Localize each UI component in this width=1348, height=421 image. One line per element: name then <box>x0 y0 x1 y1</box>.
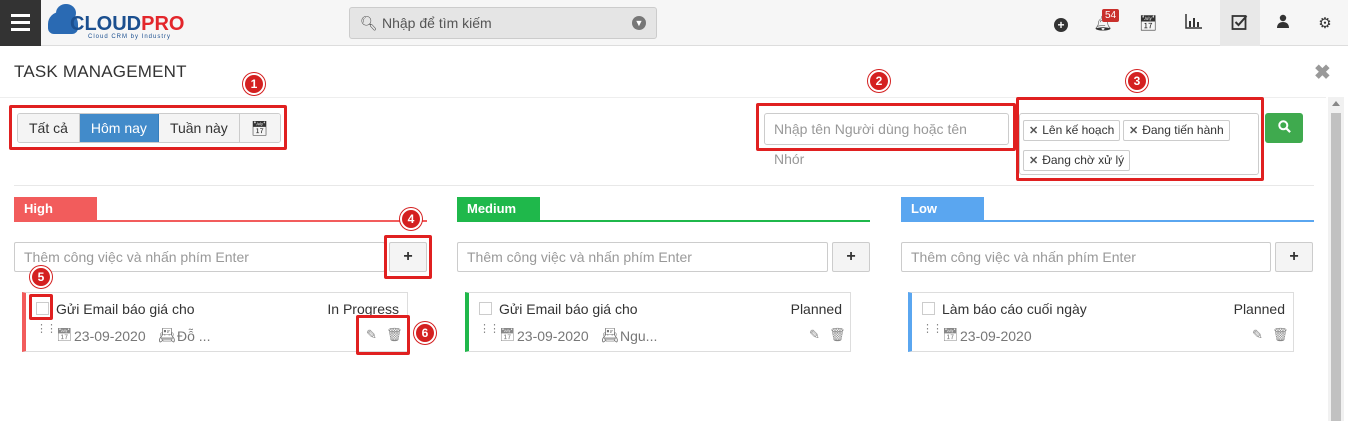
search-button[interactable] <box>1265 113 1303 143</box>
add-task-input-low[interactable]: Thêm công việc và nhấn phím Enter <box>901 242 1271 272</box>
column-label: High <box>14 197 97 221</box>
divider <box>14 185 1314 186</box>
column-underline <box>14 220 427 222</box>
scrollbar-thumb[interactable] <box>1331 113 1341 421</box>
task-status: Planned <box>1233 301 1285 317</box>
annotation-number-1: 1 <box>243 73 265 95</box>
task-assignee: Ngu... <box>620 328 658 344</box>
drag-handle-icon[interactable]: ⋮⋮ <box>36 324 57 335</box>
calendar-icon[interactable]: 📅︎ <box>1137 13 1159 35</box>
tasks-nav-active[interactable] <box>1220 0 1260 46</box>
chevron-down-icon[interactable]: ▼ <box>632 16 646 30</box>
annotation-number-5: 5 <box>30 266 52 288</box>
column-underline <box>901 220 1314 222</box>
scroll-up-arrow[interactable] <box>1332 101 1340 106</box>
search-icon: 🔍︎ <box>360 15 378 31</box>
task-assignee: Đỗ ... <box>177 328 211 344</box>
cloudpro-logo[interactable]: CLOUDPRO Cloud CRM by Industry <box>48 4 218 40</box>
hamburger-menu-button[interactable] <box>0 0 41 46</box>
column-label: Low <box>901 197 984 221</box>
bar-chart-icon[interactable] <box>1183 13 1205 35</box>
annotation-number-2: 2 <box>868 70 890 92</box>
trash-icon[interactable]: 🗑︎ <box>829 327 846 343</box>
annotation-number-6: 6 <box>414 322 436 344</box>
drag-handle-icon[interactable]: ⋮⋮ <box>479 324 500 335</box>
page-title: TASK MANAGEMENT <box>14 62 187 81</box>
notification-count-badge: 54 <box>1102 9 1120 22</box>
annotation-box-6 <box>356 315 410 355</box>
user-icon[interactable] <box>1272 13 1294 35</box>
task-status: Planned <box>790 301 842 317</box>
column-header-medium: Medium <box>457 197 870 222</box>
add-task-input-high[interactable]: Thêm công việc và nhấn phím Enter <box>14 242 385 272</box>
task-title[interactable]: Làm báo cáo cuối ngày <box>942 301 1087 317</box>
contact-card-icon: 📇︎ <box>158 327 176 343</box>
calendar-icon: 📅︎ <box>499 327 516 342</box>
gear-icon[interactable]: ⚙ <box>1314 13 1336 35</box>
task-checkbox[interactable] <box>922 302 935 315</box>
annotation-box-1 <box>9 105 287 150</box>
annotation-box-2 <box>756 103 1016 151</box>
calendar-icon: 📅︎ <box>942 327 959 342</box>
global-search-box[interactable]: 🔍︎ Nhập để tìm kiếm ▼ <box>349 7 657 39</box>
add-task-button-medium[interactable]: + <box>832 242 870 272</box>
drag-handle-icon[interactable]: ⋮⋮ <box>922 324 943 335</box>
top-navbar: CLOUDPRO Cloud CRM by Industry 🔍︎ Nhập đ… <box>0 0 1348 46</box>
task-date: 23-09-2020 <box>517 328 589 344</box>
annotation-number-3: 3 <box>1126 70 1148 92</box>
column-underline <box>457 220 870 222</box>
annotation-box-4 <box>384 235 432 279</box>
task-date: 23-09-2020 <box>960 328 1032 344</box>
logo-text: CLOUDPRO <box>70 13 185 35</box>
column-header-low: Low <box>901 197 1314 222</box>
task-checkbox[interactable] <box>479 302 492 315</box>
task-card[interactable]: Làm báo cáo cuối ngày Planned ⋮⋮ 📅︎ 23-0… <box>908 292 1294 352</box>
column-label: Medium <box>457 197 540 221</box>
annotation-number-4: 4 <box>400 208 422 230</box>
close-icon[interactable]: ✖ <box>1314 60 1331 85</box>
logo-tagline: Cloud CRM by Industry <box>88 34 172 40</box>
task-title[interactable]: Gửi Email báo giá cho <box>499 301 638 317</box>
annotation-box-3 <box>1016 97 1264 181</box>
search-icon <box>1277 120 1291 133</box>
trash-icon[interactable]: 🗑︎ <box>1272 327 1289 343</box>
task-card[interactable]: Gửi Email báo giá cho Planned ⋮⋮ 📅︎ 23-0… <box>465 292 851 352</box>
task-date: 23-09-2020 <box>74 328 146 344</box>
checkbox-icon <box>1229 13 1251 35</box>
add-task-button-low[interactable]: + <box>1275 242 1313 272</box>
calendar-icon: 📅︎ <box>56 327 73 342</box>
vertical-scrollbar[interactable] <box>1328 97 1344 421</box>
plus-circle-icon[interactable]: + <box>1054 18 1068 32</box>
task-title[interactable]: Gửi Email báo giá cho <box>56 301 195 317</box>
task-card[interactable]: Gửi Email báo giá cho In Progress ⋮⋮ 📅︎ … <box>22 292 408 352</box>
add-task-input-medium[interactable]: Thêm công việc và nhấn phím Enter <box>457 242 828 272</box>
global-search-input[interactable]: Nhập để tìm kiếm <box>382 15 492 31</box>
contact-card-icon: 📇︎ <box>601 327 619 343</box>
edit-icon[interactable]: ✎ <box>809 327 820 343</box>
column-header-high: High <box>14 197 427 222</box>
annotation-box-5 <box>29 294 53 320</box>
edit-icon[interactable]: ✎ <box>1252 327 1263 343</box>
